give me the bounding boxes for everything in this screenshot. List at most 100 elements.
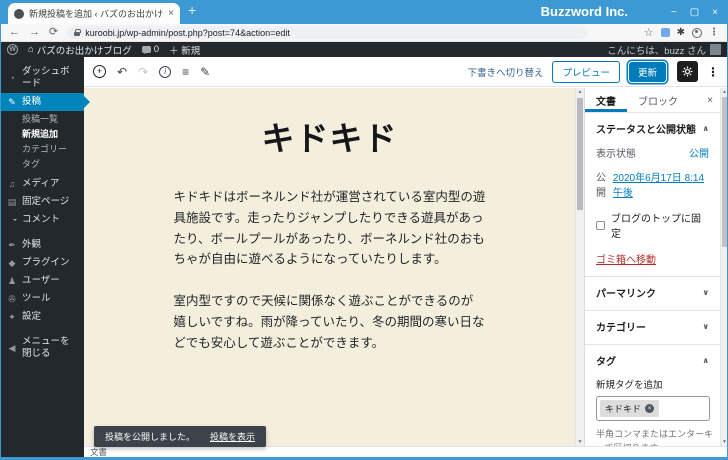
submenu-item-categories[interactable]: カテゴリー bbox=[0, 142, 84, 157]
sidebar-item-dashboard[interactable]: ◔ ダッシュボード bbox=[0, 63, 84, 93]
sidebar-item-settings[interactable]: ✦ 設定 bbox=[0, 308, 84, 326]
permalink-section: パーマリンク ∨ bbox=[585, 276, 720, 310]
tag-input[interactable]: キドキド × bbox=[596, 396, 710, 421]
content-structure-icon[interactable]: i bbox=[159, 65, 172, 78]
admin-bar-new[interactable]: ＋ 新規 bbox=[169, 43, 200, 57]
wordpress-logo-icon[interactable]: W bbox=[7, 44, 18, 55]
browser-menu-icon[interactable]: ⋮ bbox=[709, 27, 719, 38]
comment-bubble-icon bbox=[141, 46, 151, 54]
wp-admin-bar: W ⌂ バズのお出かけブログ 0 ＋ 新規 こんにちは、buzz さん bbox=[0, 42, 728, 57]
publish-date-link[interactable]: 2020年6月17日 8:14 午後 bbox=[613, 169, 709, 199]
browser-tab[interactable]: 新規投稿を追加 ‹ バズのお出かけブ × bbox=[8, 3, 180, 24]
status-section-header[interactable]: ステータスと公開状態 ∧ bbox=[596, 121, 709, 136]
list-view-icon[interactable]: ≡ bbox=[182, 66, 189, 78]
tags-section: タグ ∧ 新規タグを追加 キドキド × 半角コンマまたはエンターキーで区切ります… bbox=[585, 344, 720, 460]
chevron-down-icon: ∨ bbox=[702, 322, 710, 331]
sidebar-item-appearance[interactable]: ✒ 外観 bbox=[0, 236, 84, 254]
comment-count: 0 bbox=[153, 44, 160, 55]
preview-button[interactable]: プレビュー bbox=[552, 60, 620, 83]
edit-mode-pencil-icon[interactable]: ✎ bbox=[200, 66, 210, 78]
dashboard-icon: ◔ bbox=[9, 73, 15, 83]
wp-admin-sidebar: ◔ ダッシュボード ✎ 投稿 投稿一覧 新規追加 カテゴリー タグ ♫ メディア… bbox=[0, 57, 84, 457]
permalink-section-header[interactable]: パーマリンク ∨ bbox=[596, 285, 709, 300]
tags-section-header[interactable]: タグ ∧ bbox=[596, 353, 709, 368]
post-title[interactable]: キドキド bbox=[84, 112, 575, 160]
update-button[interactable]: 更新 bbox=[628, 61, 666, 82]
submenu-item-tags[interactable]: タグ bbox=[0, 157, 84, 172]
maximize-button[interactable]: ▢ bbox=[690, 7, 699, 18]
tag-chip: キドキド × bbox=[600, 400, 660, 417]
undo-icon[interactable]: ↶ bbox=[117, 66, 127, 78]
collapse-menu-icon: ◀ bbox=[8, 343, 16, 353]
sidebar-item-collapse-menu[interactable]: ◀ メニューを閉じる bbox=[0, 333, 84, 363]
editor-statusbar: 文書 bbox=[84, 446, 728, 457]
admin-bar-site-link[interactable]: ⌂ バズのお出かけブログ bbox=[28, 43, 132, 57]
admin-bar-account[interactable]: こんにちは、buzz さん bbox=[607, 43, 721, 57]
editor-canvas[interactable]: キドキド キドキドはボーネルンド社が運営されている室内型の遊具施設です。走ったり… bbox=[84, 88, 575, 446]
post-paragraph[interactable]: キドキドはボーネルンド社が運営されている室内型の遊具施設です。走ったりジャンプし… bbox=[174, 187, 486, 270]
tab-close-icon[interactable]: × bbox=[168, 8, 174, 19]
menu-separator bbox=[0, 326, 84, 333]
close-window-button[interactable]: × bbox=[712, 7, 718, 18]
settings-panel: 文書 ブロック × ステータスと公開状態 ∧ 表示状態 公開 公開 2020年6… bbox=[584, 88, 728, 453]
browser-titlebar: 新規投稿を追加 ‹ バズのお出かけブ × + Buzzword Inc. − ▢… bbox=[0, 0, 728, 24]
visibility-value-link[interactable]: 公開 bbox=[689, 145, 709, 160]
scroll-up-icon[interactable]: ▲ bbox=[576, 88, 584, 96]
extension-blue-icon[interactable] bbox=[660, 28, 670, 37]
post-paragraph[interactable]: 室内型ですので天候に関係なく遊ぶことができるのが嬉しいですね。雨が降っていたり、… bbox=[174, 291, 486, 353]
sidebar-item-users[interactable]: ♟ ユーザー bbox=[0, 272, 84, 290]
plugins-icon: ◆ bbox=[8, 258, 16, 268]
publish-label: 公開 bbox=[596, 173, 606, 199]
url-text: kuroobi.jp/wp-admin/post.php?post=74&act… bbox=[85, 27, 290, 38]
sidebar-item-pages[interactable]: ▤ 固定ページ bbox=[0, 193, 84, 211]
categories-section-header[interactable]: カテゴリー ∨ bbox=[596, 319, 709, 334]
scroll-down-icon[interactable]: ▼ bbox=[576, 438, 584, 446]
visibility-row: 表示状態 公開 bbox=[596, 145, 709, 160]
tools-icon: ✇ bbox=[8, 294, 16, 304]
sidebar-item-media[interactable]: ♫ メディア bbox=[0, 175, 84, 193]
minimize-button[interactable]: − bbox=[671, 7, 677, 18]
panel-close-icon[interactable]: × bbox=[707, 95, 713, 106]
reload-icon[interactable]: ⟳ bbox=[49, 27, 58, 38]
tab-block[interactable]: ブロック bbox=[627, 88, 689, 112]
redo-icon: ↷ bbox=[138, 64, 149, 79]
remove-tag-icon[interactable]: × bbox=[645, 404, 655, 413]
pages-icon: ▤ bbox=[7, 197, 17, 207]
media-icon: ♫ bbox=[8, 179, 16, 189]
settings-gear-button[interactable] bbox=[677, 61, 698, 82]
new-tab-button[interactable]: + bbox=[188, 2, 196, 18]
move-to-trash-link[interactable]: ゴミ箱へ移動 bbox=[596, 251, 656, 266]
sticky-label: ブログのトップに固定 bbox=[611, 214, 701, 240]
sidebar-item-plugins[interactable]: ◆ プラグイン bbox=[0, 254, 84, 272]
sidebar-item-posts[interactable]: ✎ 投稿 bbox=[0, 93, 84, 111]
submenu-item-add-new[interactable]: 新規追加 bbox=[0, 127, 84, 142]
extension-dark-icon[interactable]: ✱ bbox=[677, 27, 685, 38]
chevron-up-icon: ∧ bbox=[702, 356, 710, 365]
sticky-checkbox[interactable] bbox=[596, 220, 605, 230]
sidebar-item-label: メディア bbox=[22, 178, 60, 189]
tab-document[interactable]: 文書 bbox=[585, 88, 627, 112]
profile-icon[interactable] bbox=[692, 27, 702, 38]
sidebar-item-label: プラグイン bbox=[22, 257, 70, 268]
window-controls: − ▢ × bbox=[671, 0, 718, 24]
site-name: バズのお出かけブログ bbox=[36, 45, 132, 57]
canvas-scrollbar[interactable]: ▲ ▼ bbox=[575, 88, 584, 446]
back-icon[interactable]: ← bbox=[9, 27, 20, 38]
section-title: タグ bbox=[596, 357, 616, 368]
admin-bar-comments[interactable]: 0 bbox=[141, 44, 160, 55]
sidebar-item-comments[interactable]: コメント bbox=[0, 211, 84, 229]
sidebar-item-tools[interactable]: ✇ ツール bbox=[0, 290, 84, 308]
site-favicon-icon bbox=[14, 8, 24, 19]
submenu-item-all-posts[interactable]: 投稿一覧 bbox=[0, 112, 84, 127]
appearance-icon: ✒ bbox=[8, 240, 16, 250]
view-post-link[interactable]: 投稿を表示 bbox=[210, 430, 255, 443]
add-block-icon[interactable]: + bbox=[93, 65, 106, 78]
scrollbar-thumb[interactable] bbox=[577, 98, 583, 210]
editor-more-icon[interactable]: ⋮ bbox=[707, 65, 719, 79]
bookmark-star-icon[interactable]: ☆ bbox=[644, 26, 654, 39]
sidebar-item-label: コメント bbox=[22, 214, 61, 225]
visibility-label: 表示状態 bbox=[596, 149, 636, 160]
forward-icon[interactable]: → bbox=[29, 27, 40, 38]
address-bar[interactable]: kuroobi.jp/wp-admin/post.php?post=74&act… bbox=[67, 26, 588, 39]
switch-to-draft-button[interactable]: 下書きへ切り替え bbox=[467, 65, 543, 79]
